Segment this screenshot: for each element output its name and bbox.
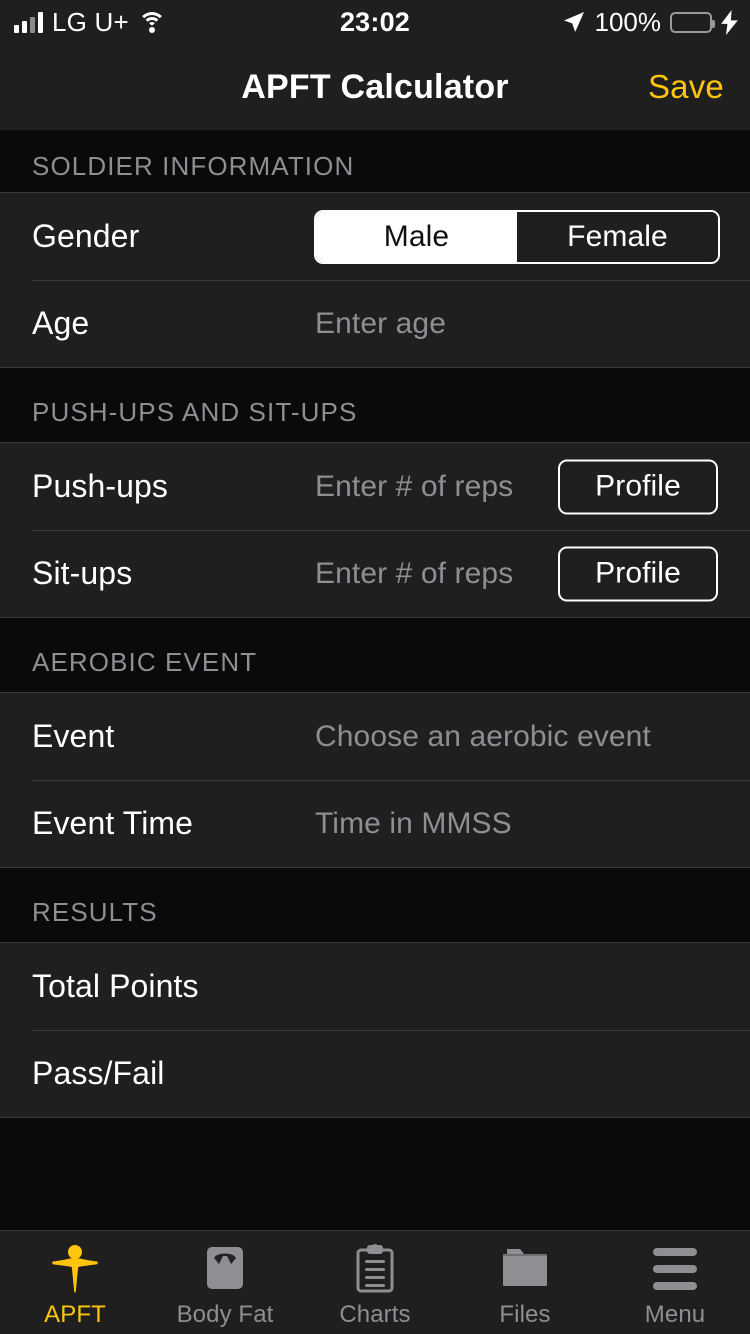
row-label-situps: Sit-ups bbox=[32, 555, 133, 591]
tab-charts[interactable]: Charts bbox=[300, 1231, 450, 1329]
segment-female[interactable]: Female bbox=[517, 211, 718, 262]
tab-bar: APFT Body Fat Charts Files Menu bbox=[0, 1230, 750, 1334]
pushups-profile-button[interactable]: Profile bbox=[558, 459, 718, 514]
tab-files[interactable]: Files bbox=[450, 1231, 600, 1329]
row-label-age: Age bbox=[32, 305, 90, 341]
tab-apft[interactable]: APFT bbox=[0, 1231, 150, 1329]
section-body-aerobic-event: Event Choose an aerobic event Event Time… bbox=[0, 692, 750, 868]
pushups-input[interactable]: Enter # of reps bbox=[315, 470, 513, 504]
tab-label-apft: APFT bbox=[44, 1301, 106, 1328]
row-label-total-points: Total Points bbox=[32, 968, 199, 1004]
battery-percent-label: 100% bbox=[594, 6, 662, 37]
tab-body-fat[interactable]: Body Fat bbox=[150, 1231, 300, 1329]
row-age[interactable]: Age Enter age bbox=[0, 280, 750, 367]
clipboard-icon bbox=[350, 1244, 400, 1294]
battery-icon bbox=[670, 11, 715, 33]
tab-label-body-fat: Body Fat bbox=[176, 1301, 274, 1328]
section-body-soldier-information: Gender Male Female Age Enter age bbox=[0, 192, 750, 368]
event-input[interactable]: Choose an aerobic event bbox=[315, 720, 651, 754]
tab-label-charts: Charts bbox=[339, 1301, 411, 1328]
segment-male[interactable]: Male bbox=[316, 211, 517, 262]
location-arrow-icon bbox=[563, 12, 584, 32]
section-header-pushups-situps: PUSH-UPS AND SIT-UPS bbox=[0, 368, 750, 442]
app-screen: LG U+ 23:02 100% APFT Calculator Save SO… bbox=[0, 0, 750, 1334]
person-figure-icon bbox=[49, 1244, 101, 1294]
age-input[interactable]: Enter age bbox=[315, 307, 446, 341]
situps-input[interactable]: Enter # of reps bbox=[315, 557, 513, 591]
section-header-soldier-information: SOLDIER INFORMATION bbox=[0, 130, 750, 192]
section-body-pushups-situps: Push-ups Enter # of reps Profile Sit-ups… bbox=[0, 442, 750, 618]
status-bar: LG U+ 23:02 100% bbox=[0, 0, 750, 44]
lightning-bolt-icon bbox=[721, 9, 738, 35]
status-bar-right: 100% bbox=[562, 7, 739, 38]
folder-icon bbox=[498, 1244, 552, 1294]
row-label-event-time: Event Time bbox=[32, 805, 194, 841]
row-situps[interactable]: Sit-ups Enter # of reps Profile bbox=[0, 530, 750, 617]
hamburger-menu-icon bbox=[653, 1244, 697, 1294]
section-body-results: Total Points Pass/Fail bbox=[0, 942, 750, 1118]
navigation-bar: APFT Calculator Save bbox=[0, 44, 750, 130]
page-title: APFT Calculator bbox=[241, 67, 509, 106]
row-label-gender: Gender bbox=[32, 218, 140, 254]
scale-icon bbox=[200, 1244, 250, 1294]
situps-profile-button[interactable]: Profile bbox=[558, 546, 718, 601]
tab-menu[interactable]: Menu bbox=[600, 1231, 750, 1329]
settings-table: SOLDIER INFORMATION Gender Male Female A… bbox=[0, 130, 750, 1230]
save-button[interactable]: Save bbox=[648, 68, 724, 106]
tab-label-files: Files bbox=[499, 1301, 551, 1328]
row-label-pass-fail: Pass/Fail bbox=[32, 1055, 165, 1091]
row-gender[interactable]: Gender Male Female bbox=[0, 193, 750, 280]
row-pass-fail: Pass/Fail bbox=[0, 1030, 750, 1117]
row-pushups[interactable]: Push-ups Enter # of reps Profile bbox=[0, 443, 750, 530]
row-total-points: Total Points bbox=[0, 943, 750, 1030]
row-event-time[interactable]: Event Time Time in MMSS bbox=[0, 780, 750, 867]
tab-label-menu: Menu bbox=[644, 1301, 706, 1328]
section-header-results: RESULTS bbox=[0, 868, 750, 942]
gender-segmented-control[interactable]: Male Female bbox=[314, 209, 720, 264]
row-label-pushups: Push-ups bbox=[32, 468, 168, 504]
row-label-event: Event bbox=[32, 718, 115, 754]
row-event[interactable]: Event Choose an aerobic event bbox=[0, 693, 750, 780]
section-header-aerobic-event: AEROBIC EVENT bbox=[0, 618, 750, 692]
event-time-input[interactable]: Time in MMSS bbox=[315, 807, 512, 841]
